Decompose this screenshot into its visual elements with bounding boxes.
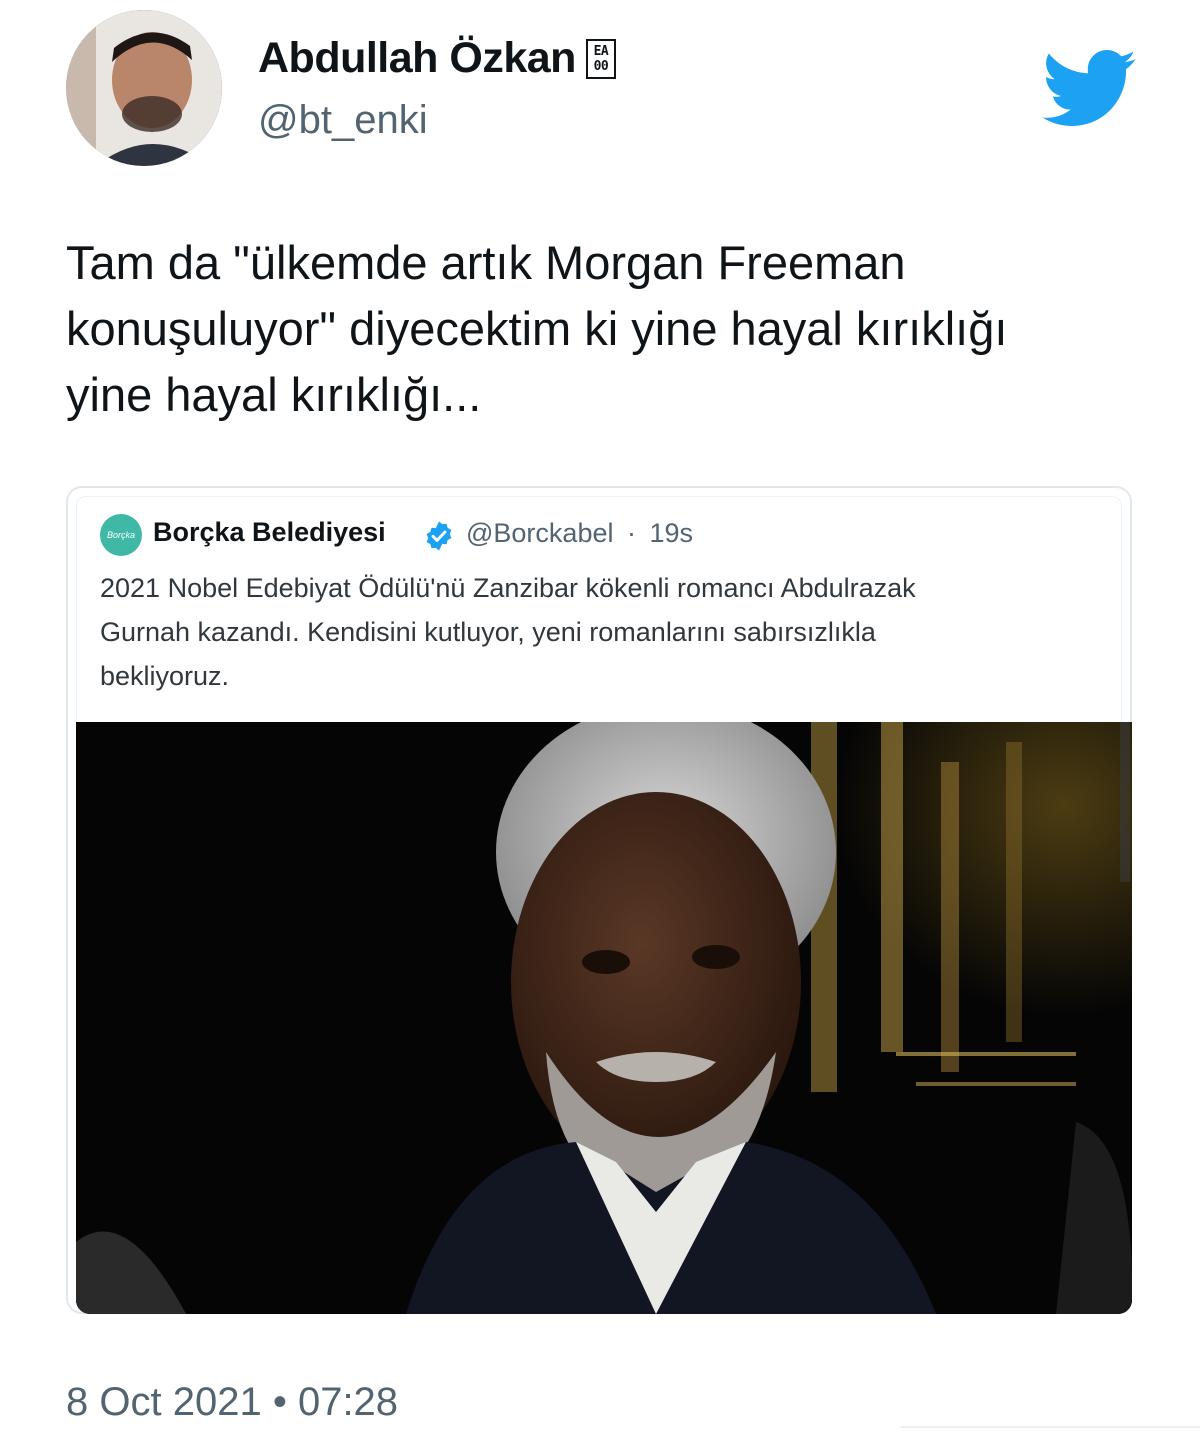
quoted-avatar-text: Borçka	[106, 530, 135, 540]
twitter-bird-icon	[1042, 50, 1136, 126]
quoted-handle[interactable]: @Borckabel	[466, 518, 613, 548]
tweet-date: 8 Oct 2021	[66, 1380, 262, 1424]
author-name-text: Abdullah Özkan	[258, 34, 576, 82]
tweet-timestamp[interactable]: 8 Oct 2021 • 07:28	[66, 1380, 398, 1425]
portrait-photo-image	[76, 722, 1132, 1314]
quoted-tweet-text: 2021 Nobel Edebiyat Ödülü'nü Zanzibar kö…	[100, 566, 1100, 698]
author-display-name[interactable]: Abdullah Özkan EA 00	[258, 34, 616, 83]
quoted-text-line: Gurnah kazandı. Kendisini kutluyor, yeni…	[100, 617, 876, 647]
unknown-glyph-icon: EA 00	[585, 38, 616, 79]
tweet-time: 07:28	[297, 1380, 399, 1424]
quoted-display-name[interactable]: Borçka Belediyesi	[153, 517, 386, 548]
verified-badge-icon	[426, 521, 452, 551]
quoted-handle-line: @Borckabel · 19s	[466, 518, 693, 549]
tweet-text: Tam da "ülkemde artık Morgan Freeman kon…	[66, 230, 1146, 428]
tweet-text-line: konuşuluyor" diyecektim ki yine hayal kı…	[66, 302, 1008, 355]
quoted-text-line: bekliyoruz.	[100, 661, 230, 691]
glyph-bottom: 00	[593, 58, 609, 74]
quoted-avatar[interactable]: Borçka	[100, 514, 142, 556]
timestamp-separator: •	[272, 1380, 287, 1424]
tweet-text-line: yine hayal kırıklığı...	[66, 368, 482, 421]
quoted-separator: ·	[627, 518, 636, 548]
author-handle[interactable]: @bt_enki	[258, 98, 428, 143]
quoted-text-line: 2021 Nobel Edebiyat Ödülü'nü Zanzibar kö…	[100, 573, 916, 603]
glyph-top: EA	[593, 43, 609, 59]
quoted-tweet-photo[interactable]	[76, 722, 1132, 1314]
tweet-text-line: Tam da "ülkemde artık Morgan Freeman	[66, 236, 906, 289]
quoted-age[interactable]: 19s	[650, 518, 694, 548]
author-avatar[interactable]	[66, 10, 222, 166]
divider	[900, 1426, 1200, 1428]
author-avatar-image	[66, 10, 222, 166]
